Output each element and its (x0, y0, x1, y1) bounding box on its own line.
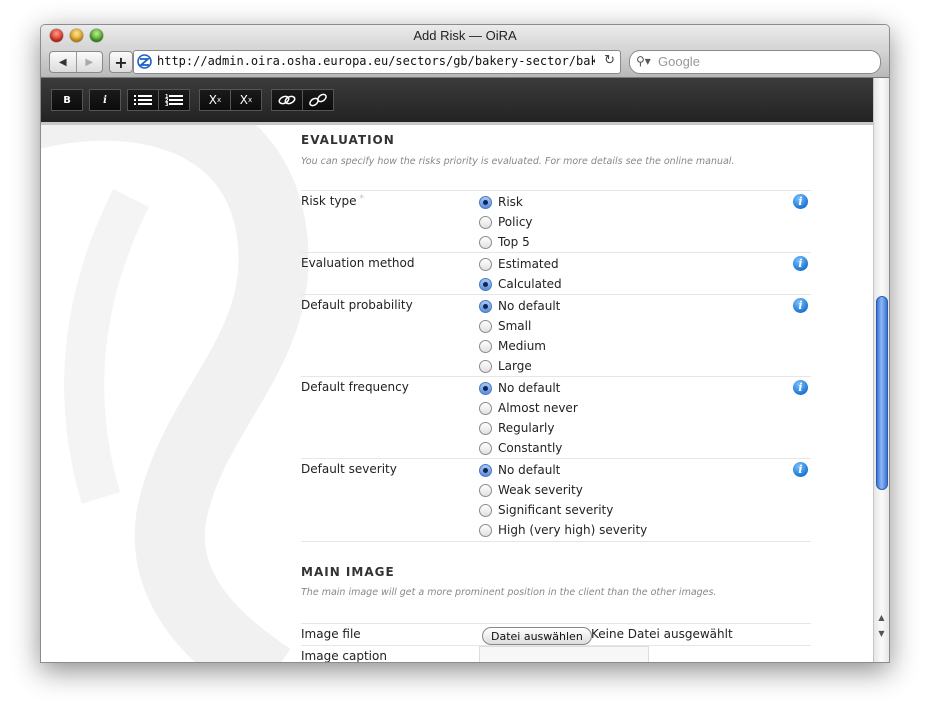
radio-severity-weak[interactable]: Weak severity (479, 482, 583, 498)
field-label-image-caption: Image caption (301, 649, 387, 662)
radio-probability-large[interactable]: Large (479, 358, 532, 374)
search-placeholder: Google (658, 54, 700, 69)
info-icon[interactable]: i (793, 256, 808, 271)
radio-risk-type-top5[interactable]: Top 5 (479, 234, 530, 250)
svg-text:3: 3 (165, 102, 169, 106)
insert-link-button[interactable] (271, 89, 303, 111)
url-text: http://admin.oira.osha.europa.eu/sectors… (157, 54, 595, 68)
field-label-default-frequency: Default frequency (301, 380, 409, 394)
radio-probability-small[interactable]: Small (479, 318, 531, 334)
radio-unselected[interactable] (479, 523, 492, 537)
radio-unselected[interactable] (479, 235, 492, 249)
row-divider (301, 458, 811, 459)
radio-selected[interactable] (479, 299, 492, 313)
back-arrow-icon[interactable]: ◀ (50, 52, 76, 72)
superscript-button[interactable]: Xx (230, 89, 262, 111)
radio-unselected[interactable] (479, 503, 492, 517)
subscript-button[interactable]: Xx (199, 89, 231, 111)
radio-method-calculated[interactable]: Calculated (479, 276, 562, 292)
radio-unselected[interactable] (479, 257, 492, 271)
reload-icon[interactable]: ↻ (604, 53, 615, 68)
scroll-down-arrow-icon[interactable]: ▼ (874, 626, 889, 640)
radio-unselected[interactable] (479, 215, 492, 229)
numbered-list-button[interactable]: 1 2 3 (158, 89, 190, 111)
search-icon: ⚲▾ (636, 54, 651, 68)
evaluation-description: You can specify how the risks priority i… (301, 156, 735, 167)
info-icon[interactable]: i (793, 298, 808, 313)
radio-probability-medium[interactable]: Medium (479, 338, 546, 354)
radio-unselected[interactable] (479, 401, 492, 415)
radio-selected[interactable] (479, 277, 492, 291)
search-field[interactable]: ⚲▾ Google (629, 50, 881, 74)
forward-arrow-icon[interactable]: ▶ (75, 52, 103, 72)
evaluation-heading: EVALUATION (301, 133, 395, 147)
radio-selected[interactable] (479, 463, 492, 477)
required-marker: * (359, 194, 365, 204)
row-divider (301, 190, 811, 191)
row-divider (301, 541, 811, 542)
row-divider (301, 252, 811, 253)
row-divider (301, 623, 811, 624)
image-caption-input[interactable] (479, 646, 649, 662)
vertical-scrollbar[interactable]: ▲ ▼ (873, 78, 889, 662)
add-bookmark-button[interactable]: + (109, 51, 133, 73)
history-nav: ◀ ▶ (49, 51, 103, 73)
radio-frequency-no-default[interactable]: No default (479, 380, 560, 396)
radio-frequency-almost-never[interactable]: Almost never (479, 400, 578, 416)
link-icon (278, 95, 296, 105)
choose-file-button[interactable]: Datei auswählen (482, 627, 592, 645)
radio-risk-type-policy[interactable]: Policy (479, 214, 533, 230)
scroll-up-arrow-icon[interactable]: ▲ (874, 610, 889, 624)
radio-unselected[interactable] (479, 441, 492, 455)
main-image-description: The main image will get a more prominent… (301, 587, 717, 598)
rich-text-toolbar: B i 1 2 3 Xx Xx (41, 78, 873, 125)
window-title: Add Risk — OiRA (413, 28, 517, 43)
info-icon[interactable]: i (793, 462, 808, 477)
site-favicon-icon (137, 54, 152, 69)
bullet-list-icon (134, 95, 152, 105)
radio-severity-high[interactable]: High (very high) severity (479, 522, 647, 538)
unlink-icon (309, 93, 327, 107)
unlink-button[interactable] (302, 89, 334, 111)
radio-unselected[interactable] (479, 359, 492, 373)
radio-probability-no-default[interactable]: No default (479, 298, 560, 314)
field-label-default-probability: Default probability (301, 298, 413, 312)
field-label-risk-type: Risk type * (301, 194, 364, 208)
radio-selected[interactable] (479, 381, 492, 395)
bullet-list-button[interactable] (127, 89, 159, 111)
radio-unselected[interactable] (479, 339, 492, 353)
field-label-evaluation-method: Evaluation method (301, 256, 415, 270)
radio-frequency-constantly[interactable]: Constantly (479, 440, 562, 456)
radio-severity-significant[interactable]: Significant severity (479, 502, 613, 518)
browser-toolbar: ◀ ▶ + http://admin.oira.osha.europa.eu/s… (41, 47, 889, 78)
info-icon[interactable]: i (793, 380, 808, 395)
address-bar[interactable]: http://admin.oira.osha.europa.eu/sectors… (133, 50, 621, 74)
field-label-image-file: Image file (301, 627, 361, 641)
file-status-text: Keine Datei ausgewählt (591, 627, 733, 641)
radio-risk-type-risk[interactable]: Risk (479, 194, 523, 210)
radio-unselected[interactable] (479, 319, 492, 333)
radio-frequency-regularly[interactable]: Regularly (479, 420, 554, 436)
scrollbar-thumb[interactable] (876, 296, 888, 490)
radio-severity-no-default[interactable]: No default (479, 462, 560, 478)
radio-unselected[interactable] (479, 483, 492, 497)
italic-button[interactable]: i (89, 89, 121, 111)
bold-button[interactable]: B (51, 89, 83, 111)
info-icon[interactable]: i (793, 194, 808, 209)
field-label-default-severity: Default severity (301, 462, 397, 476)
numbered-list-icon: 1 2 3 (165, 94, 183, 106)
row-divider (301, 294, 811, 295)
browser-window: Add Risk — OiRA ◀ ▶ + http://admin.oira.… (40, 24, 890, 663)
row-divider (301, 376, 811, 377)
radio-method-estimated[interactable]: Estimated (479, 256, 559, 272)
title-bar: Add Risk — OiRA (41, 25, 889, 47)
page-content: B i 1 2 3 Xx Xx EVALUATION You can speci… (41, 78, 873, 662)
main-image-heading: MAIN IMAGE (301, 565, 395, 579)
radio-selected[interactable] (479, 195, 492, 209)
radio-unselected[interactable] (479, 421, 492, 435)
